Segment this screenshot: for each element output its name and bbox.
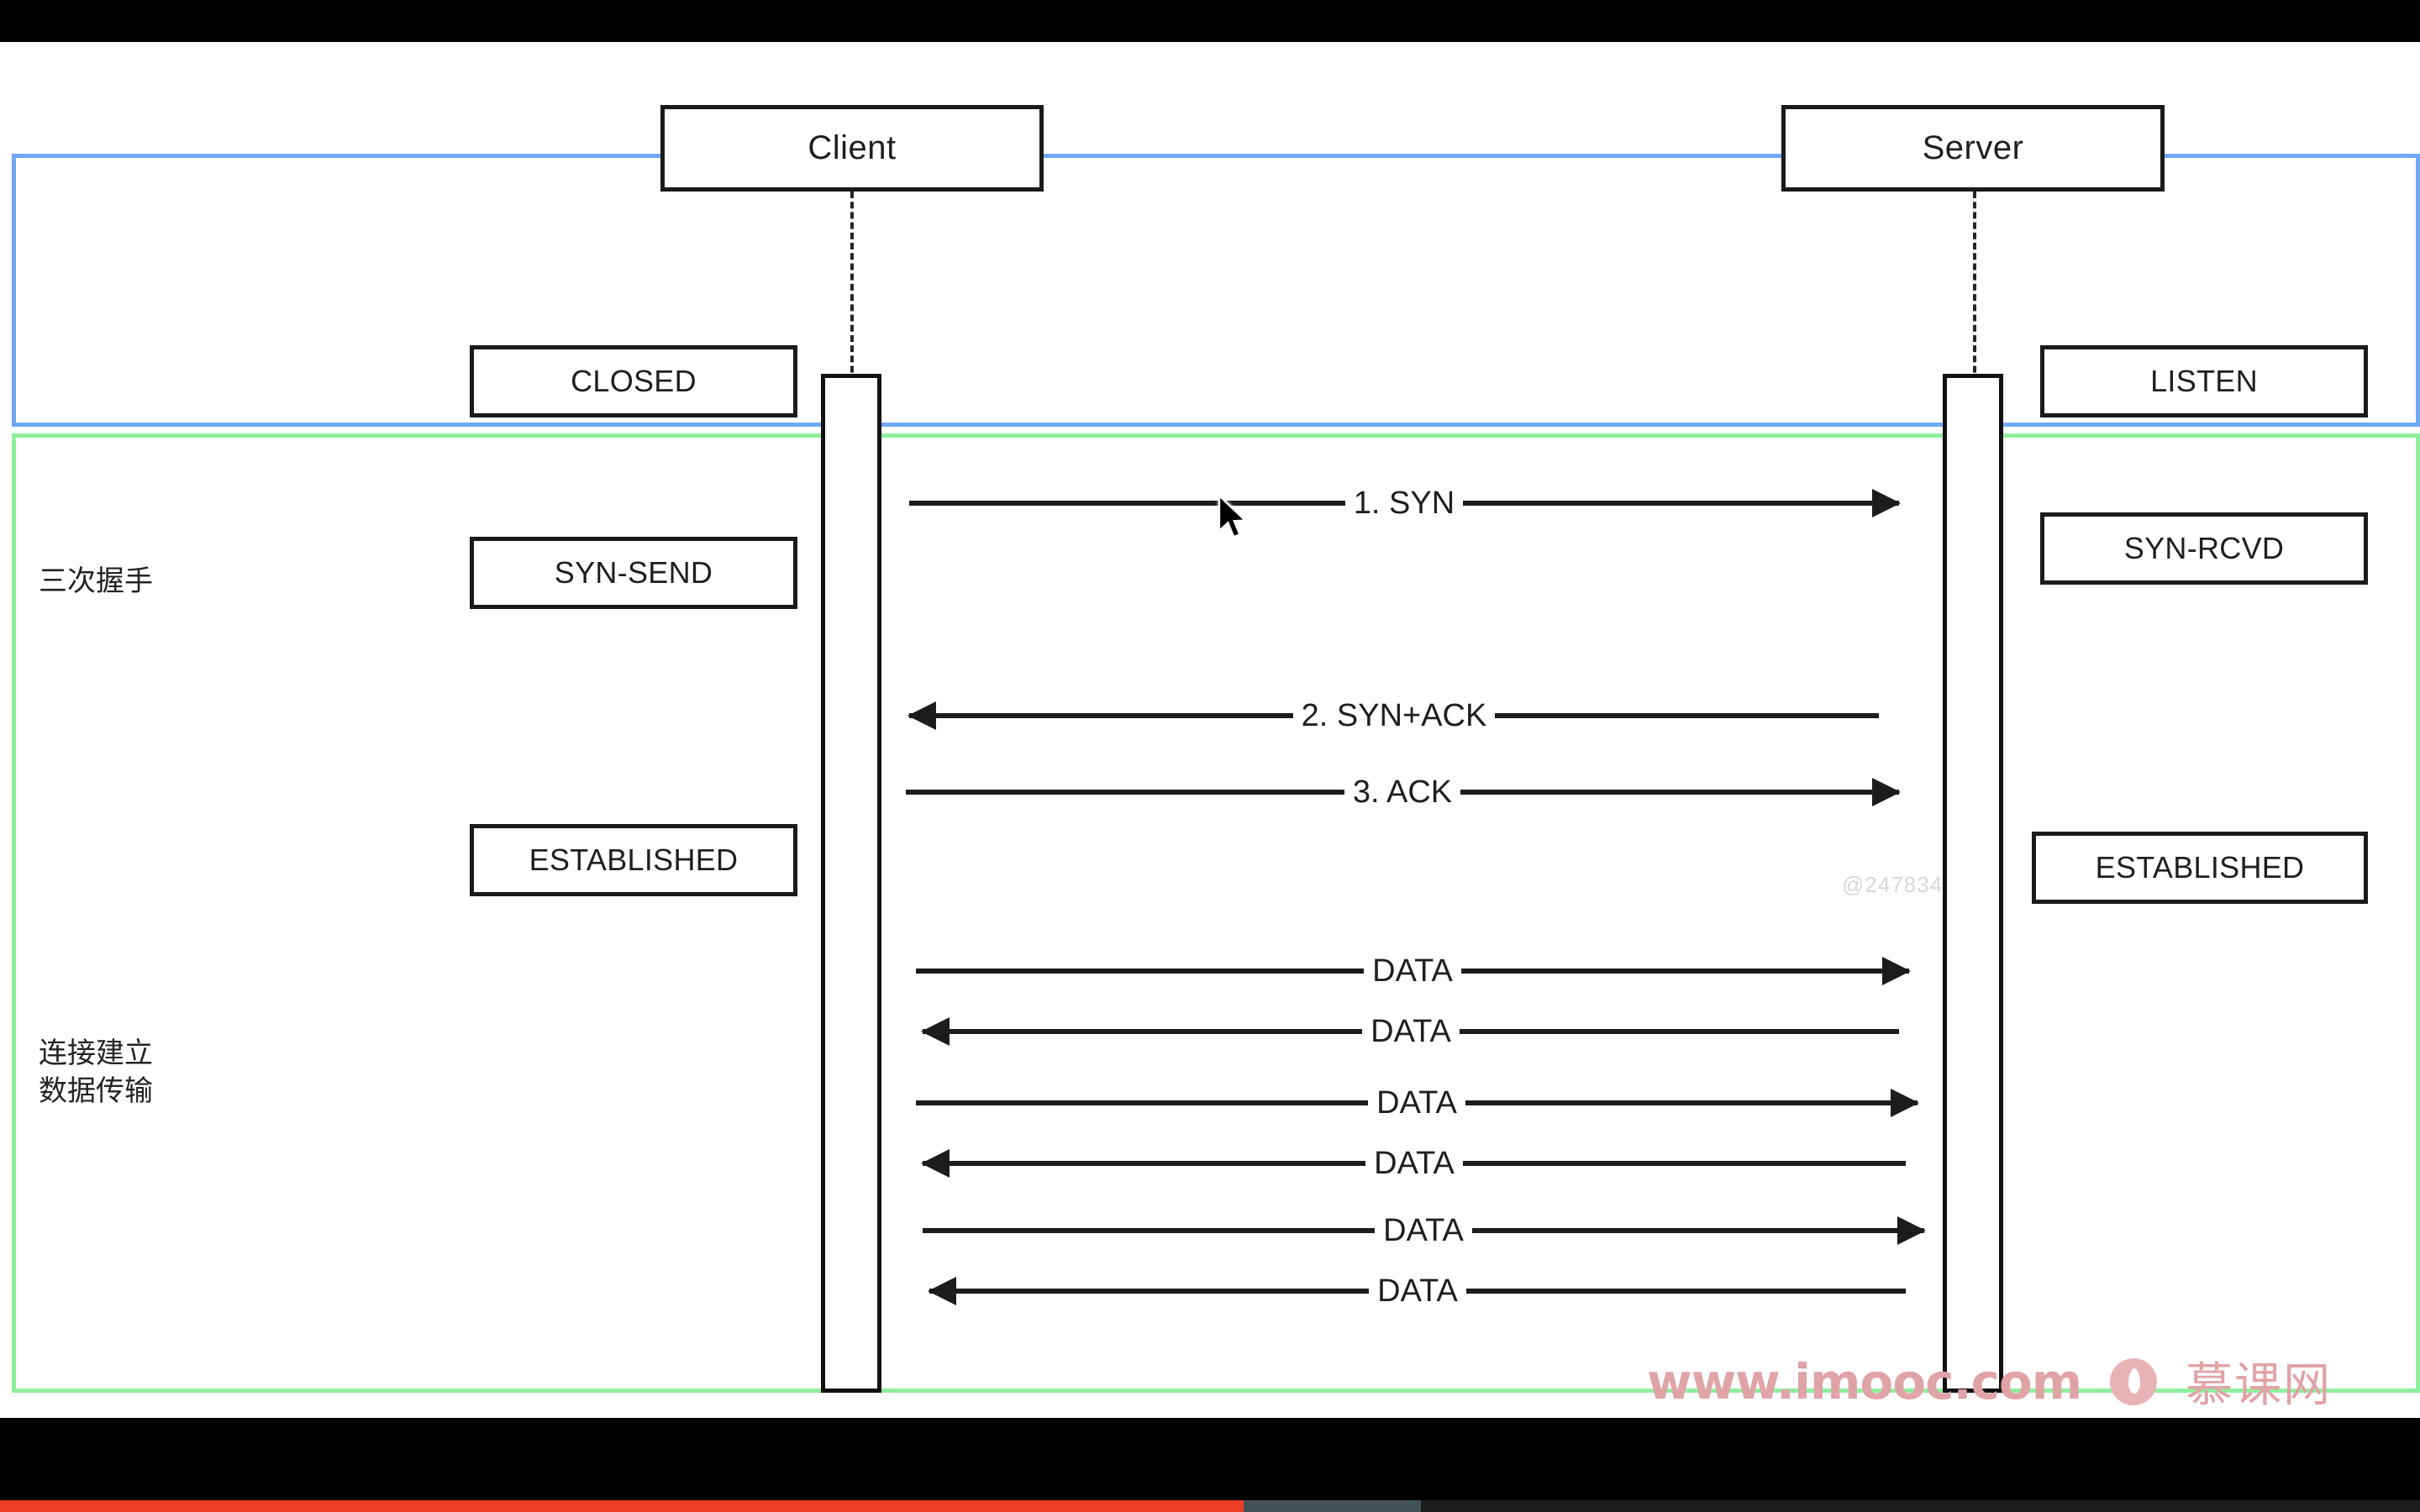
message-label: 1. SYN <box>1344 487 1464 519</box>
message-label: 3. ACK <box>1344 776 1461 808</box>
message-label: DATA <box>1365 1147 1463 1179</box>
arrowhead-left-icon <box>921 1149 950 1178</box>
message-data-4[interactable]: DATA <box>921 1138 1906 1189</box>
state-label: SYN-SEND <box>554 555 713 590</box>
site-url-text: www.imooc.com <box>1647 1352 2082 1410</box>
state-box-server-established[interactable]: ESTABLISHED <box>2032 832 2368 904</box>
message-syn-ack[interactable]: 2. SYN+ACK <box>908 690 1879 741</box>
state-box-client-established[interactable]: ESTABLISHED <box>470 824 797 896</box>
participant-client-label: Client <box>808 129 897 166</box>
video-player-stage: 三次握手 连接建立 数据传输 Client Server CLOSED SYN-… <box>0 0 2420 1512</box>
message-label: 2. SYN+ACK <box>1292 700 1496 732</box>
state-label: LISTEN <box>2150 364 2258 398</box>
message-data-6[interactable]: DATA <box>928 1266 1906 1316</box>
arrowhead-left-icon <box>928 1277 956 1305</box>
message-syn[interactable]: 1. SYN <box>909 478 1901 528</box>
brand-watermark: www.imooc.com 慕课网 <box>1647 1347 2332 1415</box>
arrowhead-right-icon <box>1882 957 1911 985</box>
message-label: DATA <box>1369 1275 1466 1307</box>
message-data-5[interactable]: DATA <box>923 1205 1926 1256</box>
message-ack[interactable]: 3. ACK <box>906 767 1901 817</box>
letterbox-top <box>0 0 2420 42</box>
state-box-server-syn-rcvd[interactable]: SYN-RCVD <box>2040 512 2368 585</box>
state-label: ESTABLISHED <box>2095 850 2305 885</box>
group-label-handshake: 三次握手 <box>39 564 153 598</box>
imooc-flame-logo-icon <box>2110 1357 2158 1405</box>
activation-server <box>1943 374 2003 1393</box>
lifeline-client <box>850 192 854 393</box>
message-label: DATA <box>1375 1215 1472 1247</box>
group-label-transfer: 连接建立 数据传输 <box>39 1037 153 1108</box>
message-label: DATA <box>1368 1087 1465 1119</box>
arrowhead-right-icon <box>1891 1089 1919 1117</box>
mouse-cursor-icon <box>1218 494 1248 538</box>
video-progress-bar[interactable] <box>0 1500 2420 1512</box>
participant-server[interactable]: Server <box>1781 105 2165 192</box>
message-data-3[interactable]: DATA <box>916 1078 1919 1128</box>
arrowhead-right-icon <box>1897 1216 1926 1245</box>
message-data-1[interactable]: DATA <box>916 946 1911 996</box>
participant-server-label: Server <box>1922 129 2024 166</box>
arrowhead-left-icon <box>908 701 936 730</box>
message-label: DATA <box>1364 955 1461 987</box>
arrowhead-left-icon <box>921 1017 950 1046</box>
participant-client[interactable]: Client <box>660 105 1044 192</box>
state-box-client-closed[interactable]: CLOSED <box>470 345 797 417</box>
arrowhead-right-icon <box>1872 778 1901 806</box>
activation-client <box>821 374 881 1393</box>
state-box-client-syn-send[interactable]: SYN-SEND <box>470 537 797 609</box>
diagram-canvas: 三次握手 连接建立 数据传输 Client Server CLOSED SYN-… <box>0 42 2420 1418</box>
user-id-watermark: @247834 <box>1842 872 1944 897</box>
video-progress-played <box>0 1500 1244 1512</box>
state-box-server-listen[interactable]: LISTEN <box>2040 345 2368 417</box>
message-label: DATA <box>1362 1016 1460 1047</box>
state-label: ESTABLISHED <box>529 843 739 877</box>
site-name-text: 慕课网 <box>2186 1358 2333 1413</box>
arrowhead-right-icon <box>1872 489 1901 517</box>
state-label: CLOSED <box>571 364 697 398</box>
message-data-2[interactable]: DATA <box>921 1006 1899 1057</box>
state-label: SYN-RCVD <box>2123 531 2285 565</box>
lifeline-server <box>1973 192 1976 393</box>
letterbox-bottom <box>0 1418 2420 1512</box>
